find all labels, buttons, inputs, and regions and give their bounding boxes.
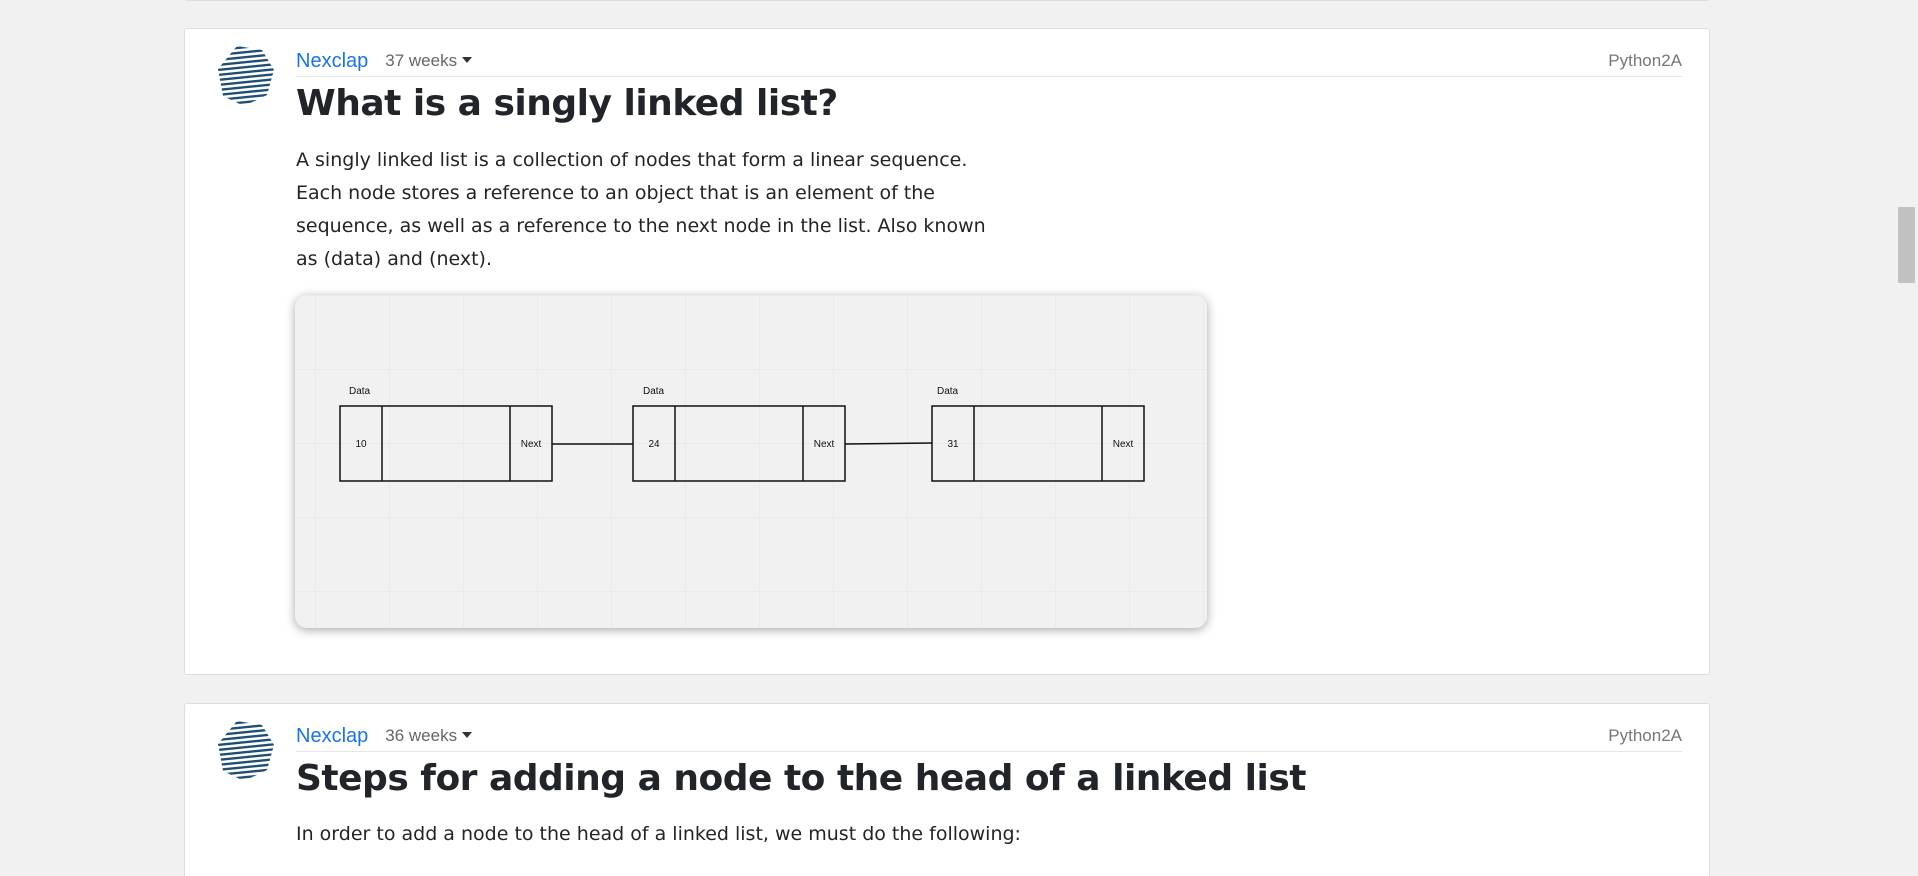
author-avatar-icon[interactable] [217, 45, 275, 107]
author-avatar-icon[interactable] [217, 720, 275, 782]
post-body: In order to add a node to the head of a … [296, 823, 1021, 845]
feed-page: Nexclap 37 weeks Python2A What is a sing… [0, 0, 1918, 876]
node-data-label: Data [349, 386, 371, 397]
previous-post-card [184, 0, 1710, 1]
node-next-label: Next [1113, 439, 1134, 450]
node-data-label: Data [643, 386, 665, 397]
node-value: 31 [947, 439, 959, 450]
node-link [844, 442, 933, 445]
node-value: 24 [648, 439, 660, 450]
post-age-dropdown[interactable]: 36 weeks [385, 726, 473, 746]
post-age-label: 36 weeks [385, 726, 458, 745]
node-data-label: Data [937, 386, 959, 397]
node-next-label: Next [814, 439, 835, 450]
node-next-label: Next [521, 439, 542, 450]
post-header: Nexclap 36 weeks Python2A [296, 721, 1682, 752]
post-age-dropdown[interactable]: 37 weeks [385, 51, 473, 71]
post-title: What is a singly linked list? [296, 83, 838, 124]
author-link[interactable]: Nexclap [296, 50, 368, 73]
diagram-grid [295, 295, 1207, 628]
page-scrollbar-thumb[interactable] [1898, 207, 1915, 283]
caret-down-icon [462, 57, 473, 63]
post-card: Nexclap 37 weeks Python2A What is a sing… [184, 28, 1710, 675]
post-body: A singly linked list is a collection of … [296, 149, 986, 270]
node-value: 10 [355, 439, 367, 450]
category-link[interactable]: Python2A [1608, 726, 1682, 746]
caret-down-icon [462, 732, 473, 738]
post-card: Nexclap 36 weeks Python2A Steps for addi… [184, 703, 1710, 876]
linked-list-diagram: Data 10 Next Data 24 Next Data 31 Next [295, 295, 1207, 628]
post-age-label: 37 weeks [385, 51, 458, 70]
post-title: Steps for adding a node to the head of a… [296, 758, 1306, 799]
author-link[interactable]: Nexclap [296, 725, 368, 748]
category-link[interactable]: Python2A [1608, 51, 1682, 71]
post-header: Nexclap 37 weeks Python2A [296, 46, 1682, 77]
